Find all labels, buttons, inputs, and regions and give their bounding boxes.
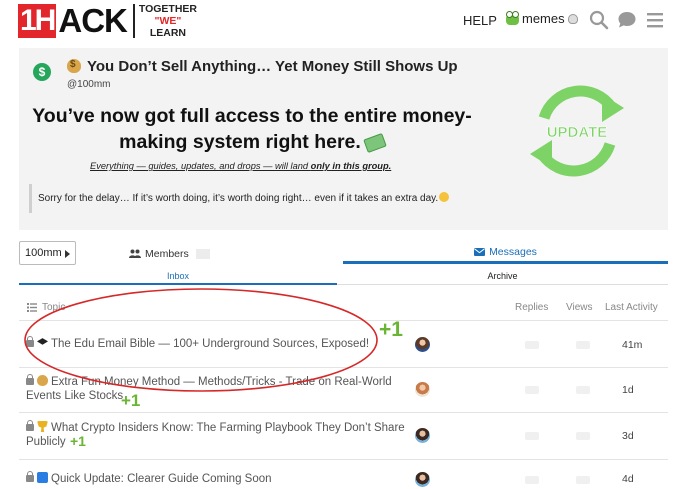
topic-row[interactable]: Extra Fun Money Method — Methods/Tricks … <box>19 368 668 412</box>
group-select[interactable]: 100mm <box>19 241 76 265</box>
skull-icon <box>567 13 578 24</box>
topic-row[interactable]: The Edu Email Bible — 100+ Underground S… <box>19 321 668 367</box>
username: memes <box>522 11 565 26</box>
members-count <box>195 248 210 259</box>
column-replies[interactable]: Replies <box>515 302 548 313</box>
info-icon <box>37 472 48 483</box>
plus-one-annotation: +1 <box>379 318 403 341</box>
logo-divider <box>132 4 135 38</box>
column-views[interactable]: Views <box>566 302 593 313</box>
logo-ack: ACK <box>58 2 127 39</box>
chat-icon[interactable] <box>617 10 637 30</box>
last-activity[interactable]: 3d <box>622 430 634 442</box>
replies-count <box>525 476 539 484</box>
wink-emoji-icon <box>439 192 450 202</box>
money-bag-icon <box>37 375 48 386</box>
search-icon[interactable] <box>589 10 609 30</box>
hamburger-menu-icon[interactable] <box>645 10 665 30</box>
trophy-icon <box>37 421 48 432</box>
logo-mark: 1H ACK <box>18 2 128 39</box>
logo-1h: 1H <box>18 4 56 38</box>
plus-one-annotation: +1 <box>70 433 86 449</box>
tagline-line3: LEARN <box>149 27 187 39</box>
tab-messages-label: Messages <box>489 246 537 258</box>
lock-icon <box>26 336 34 347</box>
dollar-badge-icon: $ <box>33 63 51 81</box>
update-badge-text: UPDATE <box>547 124 608 141</box>
site-header: 1H ACK TOGETHER "WE" LEARN HELP memes <box>0 0 690 40</box>
plus-one-annotation: +1 <box>121 391 141 410</box>
views-count <box>576 386 590 394</box>
lock-icon <box>26 471 34 482</box>
replies-count <box>525 341 539 349</box>
banner-title: You Don’t Sell Anything… Yet Money Still… <box>67 58 458 75</box>
list-select-icon <box>27 303 37 312</box>
column-topic[interactable]: Topic <box>27 302 65 313</box>
money-bag-icon <box>67 59 81 73</box>
avatar[interactable] <box>415 428 430 443</box>
lock-icon <box>26 420 34 431</box>
tab-archive[interactable]: Archive <box>337 267 668 285</box>
tab-members[interactable]: Members <box>129 243 210 264</box>
topic-title-link[interactable]: Extra Fun Money Method — Methods/Tricks … <box>26 374 411 403</box>
users-icon <box>129 249 141 258</box>
topic-row[interactable]: Quick Update: Clearer Guide Coming Soon … <box>19 460 668 489</box>
topic-title-link[interactable]: The Edu Email Bible — 100+ Underground S… <box>26 336 411 351</box>
views-count <box>576 476 590 484</box>
views-count <box>576 341 590 349</box>
graduation-cap-icon <box>37 338 48 345</box>
topic-title-link[interactable]: Quick Update: Clearer Guide Coming Soon <box>26 471 411 486</box>
column-last-activity[interactable]: Last Activity <box>605 302 658 313</box>
flying-money-icon <box>363 133 387 153</box>
replies-count <box>525 386 539 394</box>
replies-count <box>525 432 539 440</box>
frog-icon <box>506 10 519 25</box>
last-activity[interactable]: 1d <box>622 384 634 396</box>
last-activity[interactable]: 4d <box>622 473 634 485</box>
tab-inbox[interactable]: Inbox <box>19 267 337 285</box>
banner-headline: You’ve now got full access to the entire… <box>32 105 472 153</box>
help-link[interactable]: HELP <box>463 13 497 28</box>
avatar[interactable] <box>415 472 430 487</box>
lock-icon <box>26 374 34 385</box>
views-count <box>576 432 590 440</box>
tab-messages[interactable]: Messages <box>343 243 668 264</box>
tagline-line2: "WE" <box>154 15 182 27</box>
caret-right-icon <box>65 250 70 258</box>
avatar[interactable] <box>415 337 430 352</box>
banner-subline: Everything — guides, updates, and drops … <box>90 161 392 171</box>
site-logo[interactable]: 1H ACK TOGETHER "WE" LEARN <box>18 3 197 39</box>
avatar[interactable] <box>415 382 430 397</box>
tab-members-label: Members <box>145 247 189 260</box>
tagline-line1: TOGETHER <box>138 3 198 15</box>
update-badge: UPDATE <box>530 85 624 177</box>
envelope-icon <box>474 248 486 256</box>
banner-quote: Sorry for the delay… If it’s worth doing… <box>29 184 469 213</box>
user-menu[interactable]: memes <box>506 10 578 26</box>
banner-handle: @100mm <box>67 79 111 90</box>
logo-tagline: TOGETHER "WE" LEARN <box>139 3 197 39</box>
last-activity[interactable]: 41m <box>622 339 642 351</box>
topic-row[interactable]: What Crypto Insiders Know: The Farming P… <box>19 413 668 459</box>
